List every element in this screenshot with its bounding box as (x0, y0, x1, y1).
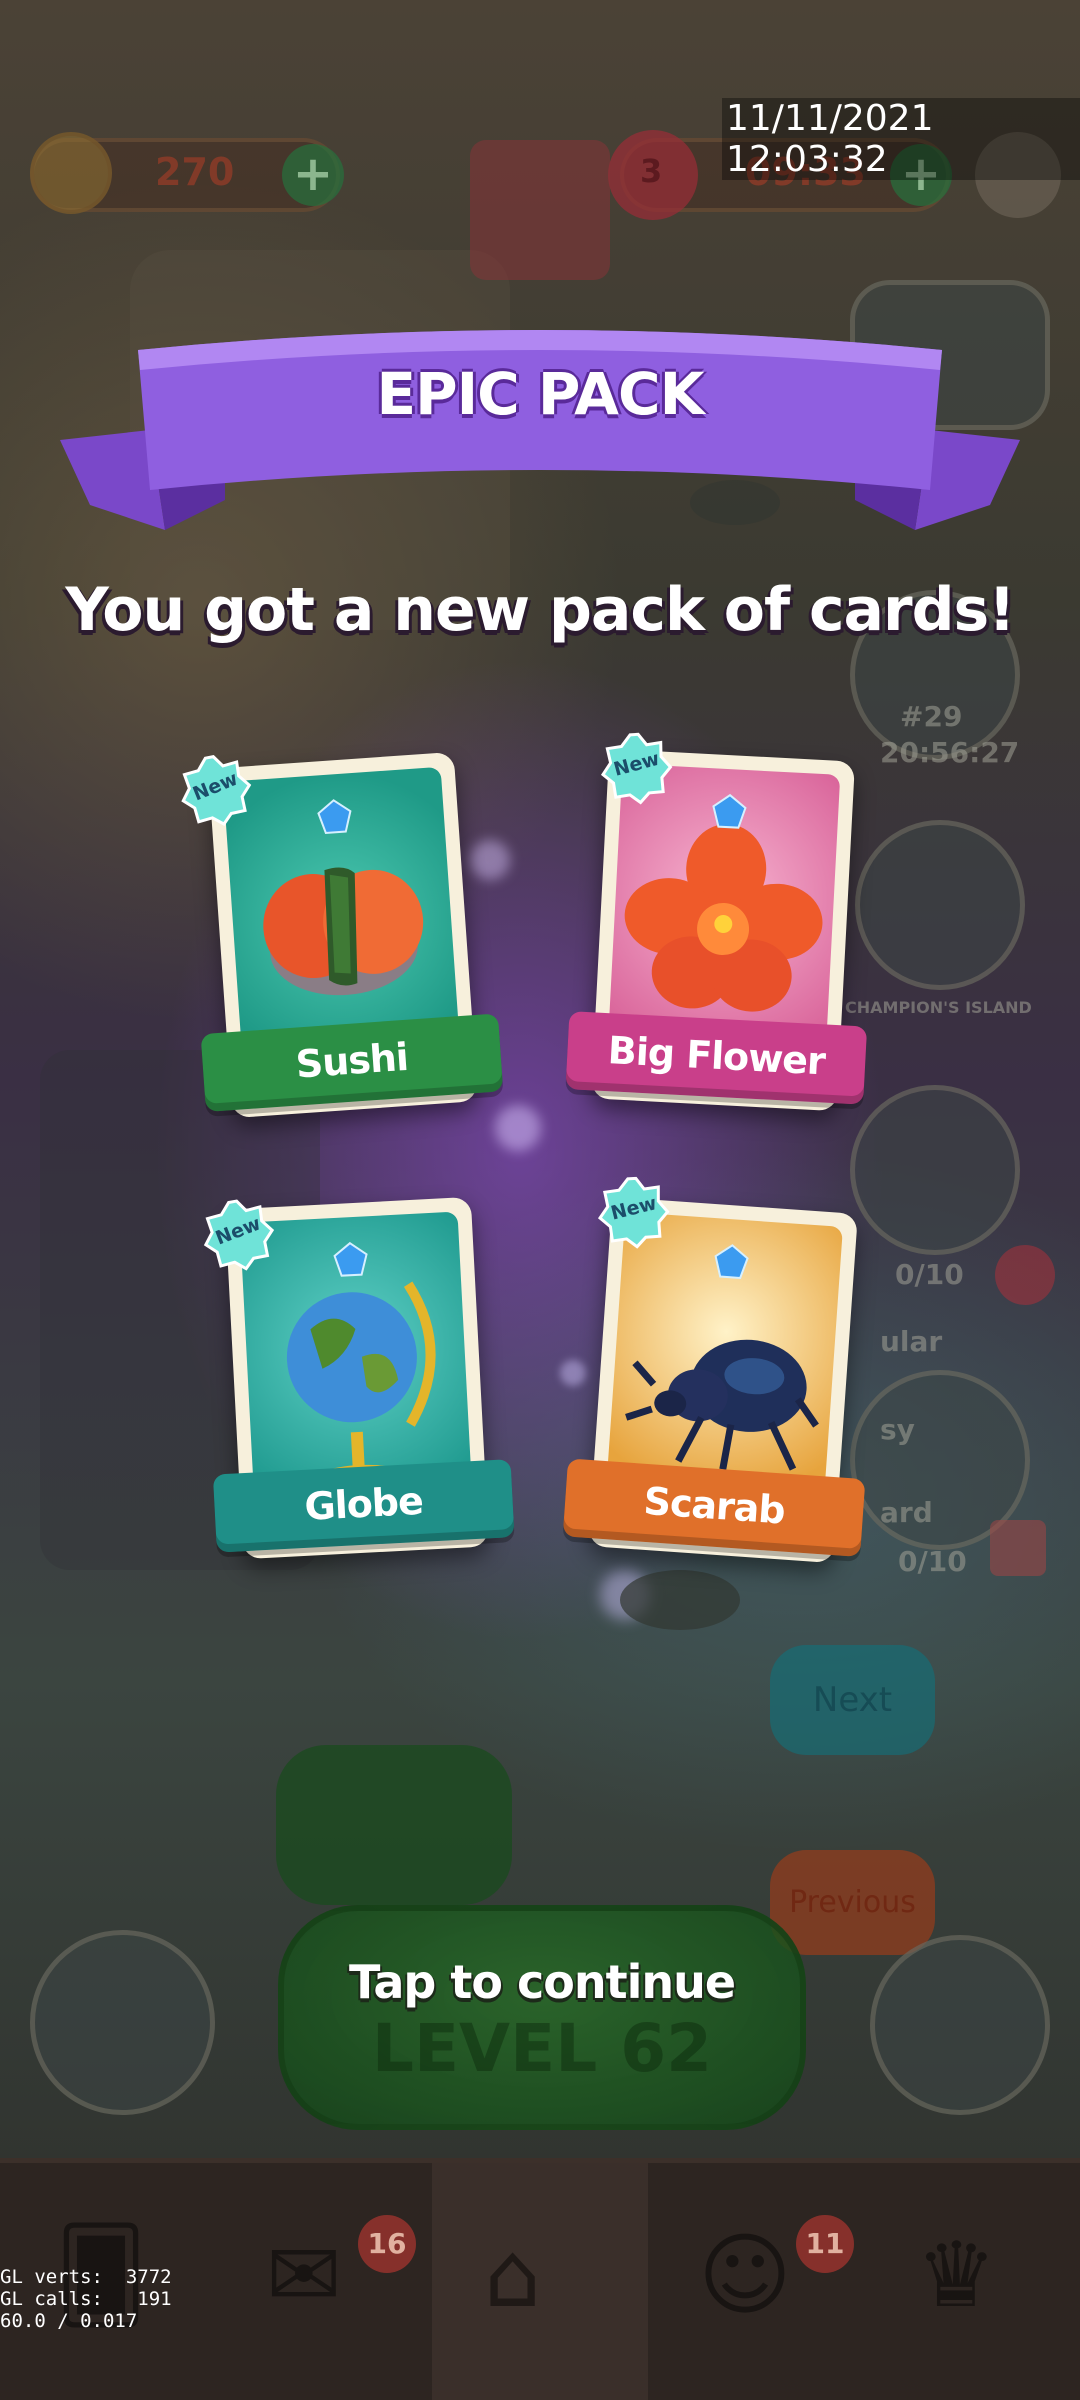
gem-icon (317, 799, 352, 834)
nav-tab-leaderboard[interactable]: ♛ (864, 2163, 1080, 2400)
next-button[interactable]: Next (770, 1645, 935, 1755)
coin-icon (30, 132, 112, 214)
reward-message: You got a new pack of cards! (65, 575, 1015, 645)
nav-tab-mail[interactable]: ✉ 16 (216, 2163, 432, 2400)
nav-tab-team[interactable]: ☺ 11 (648, 2163, 864, 2400)
level-banner-shadow (276, 1745, 512, 1905)
difficulty-label-2: sy (880, 1413, 915, 1446)
new-badge: New (599, 730, 675, 806)
compass-wheel-icon[interactable] (850, 1085, 1020, 1255)
progress-counter-1: 0/10 (895, 1258, 964, 1291)
card-sushi[interactable]: Sushi New (181, 751, 504, 1119)
home-icon: ⌂ (484, 2223, 542, 2328)
event-timer: 20:56:27 (880, 736, 1020, 769)
gem-icon (333, 1241, 368, 1277)
tap-to-continue-label: Tap to continue (348, 1955, 736, 2009)
sparkle (470, 840, 510, 880)
mail-badge: 16 (358, 2215, 416, 2273)
trophy-nav-icon: ♛ (916, 2223, 997, 2328)
pack-title: EPIC PACK (376, 360, 704, 428)
timestamp-overlay: 11/11/2021 12:03:32 (722, 98, 1080, 180)
difficulty-label-1: ular (880, 1325, 943, 1358)
new-badge: New (201, 1197, 277, 1273)
previous-button[interactable]: Previous (770, 1850, 935, 1955)
gl-stats-overlay: GL verts: 3772 GL calls: 191 60.0 / 0.017 (0, 2266, 172, 2332)
new-badge: New (595, 1174, 672, 1251)
fps: 60.0 / 0.017 (0, 2310, 138, 2332)
nav-tab-home[interactable]: ⌂ (432, 2163, 648, 2400)
sparkle (495, 1105, 541, 1151)
sparkle (560, 1360, 586, 1386)
event-rank: #29 (900, 700, 963, 733)
champions-island-label: CHAMPION'S ISLAND (845, 998, 1032, 1017)
map-level-node (620, 1570, 740, 1630)
infinity-heart-icon (995, 1245, 1055, 1305)
lives-value: 3 (640, 152, 663, 190)
gift-icon (990, 1520, 1046, 1576)
card-globe[interactable]: Globe New (203, 1196, 515, 1560)
mail-icon: ✉ (266, 2223, 342, 2328)
card-big-flower[interactable]: Big Flower New (565, 732, 868, 1112)
gl-verts: GL verts: 3772 (0, 2266, 172, 2288)
coins-value: 270 (155, 150, 235, 194)
team-badge: 11 (796, 2215, 854, 2273)
coin-video-icon[interactable] (870, 1935, 1050, 2115)
trophy-icon[interactable] (855, 820, 1025, 990)
level-label: LEVEL 62 (371, 2010, 713, 2087)
gem-icon (714, 1244, 749, 1279)
map-icon[interactable] (30, 1930, 215, 2115)
new-badge: New (177, 752, 254, 829)
gift-box-icon (470, 140, 610, 280)
card-name-banner: Globe (212, 1459, 515, 1553)
team-icon: ☺ (698, 2223, 792, 2328)
add-coins-button[interactable]: + (282, 144, 344, 206)
gl-calls: GL calls: 191 (0, 2288, 172, 2310)
difficulty-label-3: ard (880, 1496, 933, 1529)
gem-icon (712, 793, 747, 829)
card-scarab[interactable]: Scarab New (562, 1176, 866, 1564)
card-name-banner: Big Flower (565, 1011, 868, 1105)
progress-counter-2: 0/10 (898, 1545, 967, 1578)
